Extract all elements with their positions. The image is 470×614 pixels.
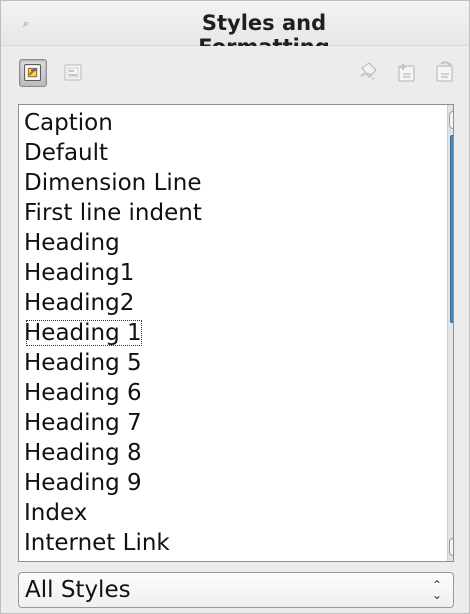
fill-format-mode-button[interactable] <box>354 59 382 87</box>
style-list[interactable]: Caption Default Dimension Line First lin… <box>18 104 454 562</box>
select-up-down-icon: ⌃ ⌄ <box>431 578 443 602</box>
style-item-label: Heading 7 <box>24 410 142 436</box>
style-filter-select[interactable]: All Styles ⌃ ⌄ <box>18 572 454 608</box>
new-style-from-selection-icon <box>398 64 415 82</box>
style-item-heading-8[interactable]: Heading 8 <box>19 438 445 468</box>
title-bar[interactable]: ⌕ Styles and Formatting <box>1 1 469 59</box>
style-item-label: Heading 9 <box>24 470 142 496</box>
fill-format-mode-icon <box>360 62 377 80</box>
style-item-label: Internet Link <box>24 530 170 556</box>
style-item-label: Heading2 <box>24 290 135 316</box>
style-item-index[interactable]: Index <box>19 498 445 528</box>
frame-styles-button[interactable] <box>59 59 87 87</box>
style-item-label: Heading 8 <box>24 440 142 466</box>
paragraph-styles-button[interactable] <box>19 59 47 87</box>
update-style-icon <box>436 61 453 82</box>
chevron-down-icon: ⌄ <box>453 539 454 554</box>
scroll-down-button[interactable]: ⌄ <box>449 538 454 556</box>
style-item-label: Index <box>24 500 88 526</box>
style-item-dimension-line[interactable]: Dimension Line <box>19 168 445 198</box>
style-item-label: Heading 5 <box>24 350 142 376</box>
style-item-default[interactable]: Default <box>19 138 445 168</box>
frame-styles-icon <box>64 64 82 81</box>
style-item-heading1-compact[interactable]: Heading1 <box>19 258 445 288</box>
styles-formatting-panel: ⌕ Styles and Formatting <box>0 0 470 614</box>
style-item-heading-9[interactable]: Heading 9 <box>19 468 445 498</box>
style-item-caption[interactable]: Caption <box>19 108 445 138</box>
style-item-label: Heading1 <box>24 260 135 286</box>
style-list-items: Caption Default Dimension Line First lin… <box>19 108 445 560</box>
style-item-label: Caption <box>24 110 113 136</box>
drag-handle-icon[interactable]: ⌕ <box>19 18 33 30</box>
style-item-label: First line indent <box>24 200 202 226</box>
new-style-from-selection-button[interactable] <box>393 59 421 87</box>
window-title: Styles and Formatting <box>198 11 330 59</box>
style-item-heading-1[interactable]: Heading 1 <box>19 318 445 348</box>
style-item-label: Heading <box>24 230 120 256</box>
scroll-up-button[interactable]: ⌃ <box>449 111 454 129</box>
vertical-scrollbar[interactable]: ⌃ ⌄ <box>447 105 454 561</box>
style-item-heading-7[interactable]: Heading 7 <box>19 408 445 438</box>
style-item-heading[interactable]: Heading <box>19 228 445 258</box>
style-category-toolbar <box>1 46 469 104</box>
style-item-label: Heading 6 <box>24 380 142 406</box>
chevron-up-icon: ⌃ <box>453 112 454 127</box>
style-item-internet-link[interactable]: Internet Link <box>19 528 445 558</box>
style-item-heading-6[interactable]: Heading 6 <box>19 378 445 408</box>
update-style-button[interactable] <box>431 59 459 87</box>
style-filter-value: All Styles <box>25 577 131 603</box>
style-item-label: Default <box>24 140 109 166</box>
style-item-first-line-indent[interactable]: First line indent <box>19 198 445 228</box>
style-item-label: Dimension Line <box>24 170 202 196</box>
focused-style-label: Heading 1 <box>24 320 142 346</box>
paragraph-styles-icon <box>24 64 41 81</box>
scroll-thumb[interactable] <box>450 135 453 323</box>
style-item-heading-5[interactable]: Heading 5 <box>19 348 445 378</box>
style-item-heading2-compact[interactable]: Heading2 <box>19 288 445 318</box>
